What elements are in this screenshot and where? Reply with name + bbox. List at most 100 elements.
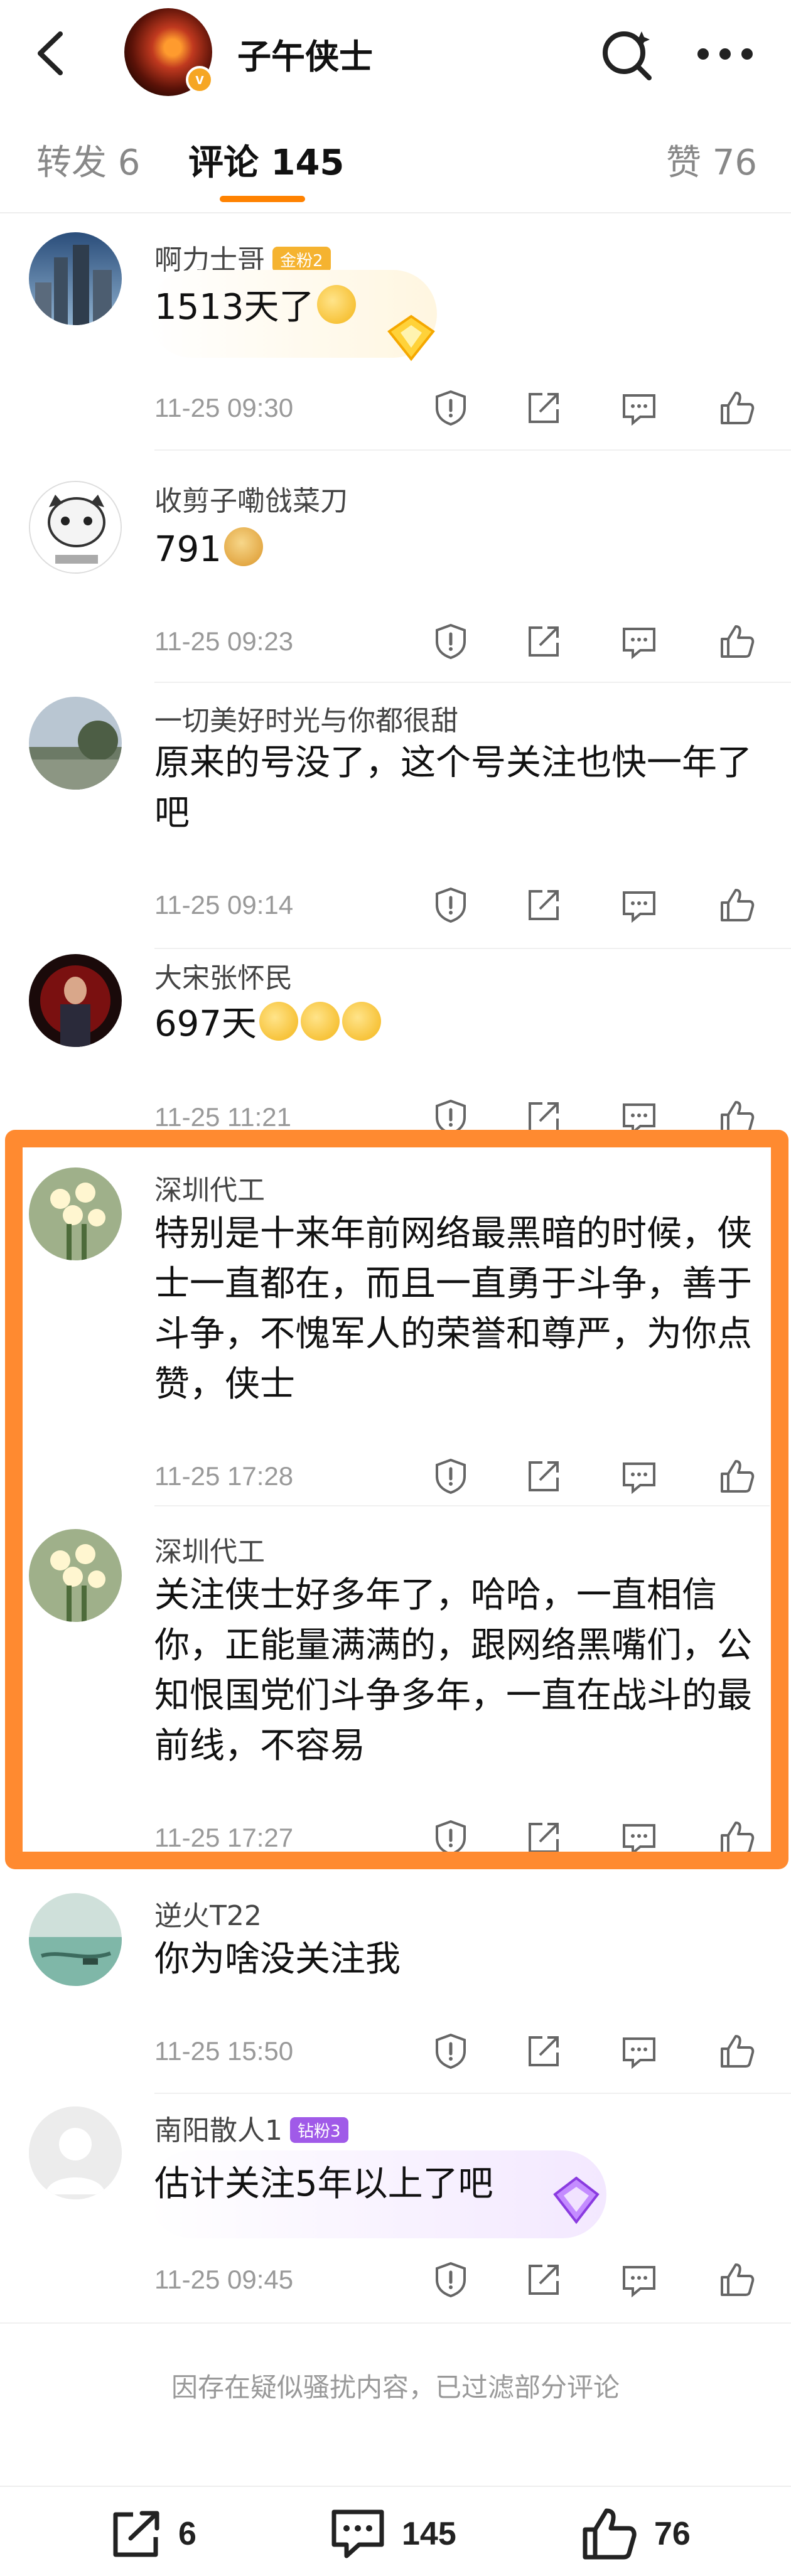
avatar[interactable] [29, 1529, 122, 1622]
fan-badge-diamond: 钻粉3 [290, 2117, 348, 2143]
avatar[interactable] [29, 481, 122, 574]
avatar[interactable] [29, 954, 122, 1047]
comment-count: 145 [402, 2516, 456, 2552]
like-count: 76 [654, 2516, 691, 2552]
verified-badge-icon: v [186, 66, 213, 94]
like-icon[interactable] [717, 1818, 757, 1858]
comment-time: 11-25 09:45 [154, 2265, 294, 2294]
avatar-image [29, 1893, 122, 1986]
avatar[interactable] [29, 232, 122, 325]
more-options-icon[interactable] [691, 23, 760, 85]
comment-text: 原来的号没了，这个号关注也快一年了吧 [154, 743, 752, 834]
divider [154, 948, 791, 949]
share-icon[interactable] [524, 621, 564, 662]
comment-meta: 11-25 09:30 [154, 388, 757, 426]
avatar[interactable] [29, 2106, 122, 2199]
reply-icon[interactable] [619, 388, 659, 428]
comment-icon [331, 2509, 384, 2558]
username[interactable]: 南阳散人1 钻粉3 [154, 2108, 348, 2148]
report-icon[interactable] [431, 2260, 471, 2300]
share-icon[interactable] [524, 2260, 564, 2300]
share-icon[interactable] [524, 885, 564, 925]
comment-text: 关注侠士好多年了，哈哈，一直相信你，正能量满满的，跟网络黑嘴们，公知恨国党们斗争… [154, 1575, 752, 1766]
reply-icon[interactable] [619, 621, 659, 662]
back-arrow-icon[interactable] [28, 25, 73, 82]
like-icon[interactable] [717, 2031, 757, 2071]
share-icon[interactable] [524, 388, 564, 428]
comment-text: 1513天了 [154, 282, 757, 333]
share-icon[interactable] [524, 2031, 564, 2071]
username[interactable]: 逆火T22 [154, 1893, 262, 1933]
author-avatar[interactable]: v [124, 8, 213, 96]
bottom-comment-button[interactable]: 145 [326, 2506, 456, 2562]
divider [0, 212, 791, 213]
comment-time: 11-25 09:30 [154, 393, 294, 422]
reply-icon[interactable] [619, 1818, 659, 1858]
username[interactable]: 大宋张怀民 [154, 955, 293, 996]
comment-meta: 11-25 09:14 [154, 885, 757, 923]
share-icon[interactable] [524, 1456, 564, 1496]
username[interactable]: 深圳代工 [154, 1167, 265, 1208]
avatar-image [29, 232, 122, 325]
comment-meta: 11-25 11:21 [154, 1097, 757, 1135]
avatar[interactable] [29, 1893, 122, 1986]
share-icon[interactable] [524, 1097, 564, 1137]
username[interactable]: 收剪子嘞戗菜刀 [154, 478, 348, 518]
comment-text: 你为啥没关注我 [154, 1939, 401, 1980]
divider [154, 2093, 791, 2094]
default-avatar-icon [29, 2106, 122, 2199]
avatar-image [29, 1167, 122, 1260]
comment-meta: 11-25 09:23 [154, 621, 757, 662]
divider [0, 2322, 791, 2324]
avatar[interactable] [29, 1167, 122, 1260]
comment-meta: 11-25 17:28 [154, 1456, 757, 1496]
report-icon[interactable] [431, 621, 471, 662]
comment-time: 11-25 17:28 [154, 1461, 294, 1491]
avatar-image [30, 482, 121, 572]
tab-likes[interactable]: 赞 76 [666, 134, 757, 185]
reply-icon[interactable] [619, 2260, 659, 2300]
like-icon[interactable] [717, 1097, 757, 1137]
reply-icon[interactable] [619, 1456, 659, 1496]
report-icon[interactable] [431, 1097, 471, 1137]
reply-icon[interactable] [619, 2031, 659, 2071]
divider [154, 682, 791, 683]
page-title[interactable]: 子午侠士 [237, 29, 373, 78]
like-icon[interactable] [717, 388, 757, 428]
divider [154, 1505, 770, 1506]
report-icon[interactable] [431, 2031, 471, 2071]
username[interactable]: 一切美好时光与你都很甜 [154, 698, 458, 738]
bottom-share-button[interactable]: 6 [105, 2506, 196, 2562]
like-icon[interactable] [717, 621, 757, 662]
tab-forward[interactable]: 转发 6 [36, 134, 140, 185]
report-icon[interactable] [431, 1818, 471, 1858]
comment-text: 估计关注5年以上了吧 [154, 2164, 493, 2204]
reply-icon[interactable] [619, 885, 659, 925]
bottom-action-bar: 6 145 76 [0, 2486, 791, 2576]
filtered-comments-notice: 因存在疑似骚扰内容，已过滤部分评论 [171, 2372, 620, 2403]
avatar-image [29, 697, 122, 790]
fan-badge-gold: 金粉2 [272, 246, 331, 272]
666-emoji-icon [259, 1002, 298, 1041]
reply-icon[interactable] [619, 1097, 659, 1137]
divider [154, 449, 791, 451]
avatar[interactable] [29, 697, 122, 790]
bottom-like-button[interactable]: 76 [579, 2506, 691, 2562]
comment-time: 11-25 17:27 [154, 1823, 294, 1852]
like-icon[interactable] [717, 885, 757, 925]
tab-comments[interactable]: 评论 145 [188, 134, 344, 185]
search-icon[interactable] [596, 23, 659, 85]
avatar-image [29, 1529, 122, 1622]
like-icon[interactable] [717, 1456, 757, 1496]
report-icon[interactable] [431, 1456, 471, 1496]
666-emoji-icon [300, 1002, 340, 1041]
like-icon[interactable] [717, 2260, 757, 2300]
active-tab-indicator [220, 196, 305, 202]
username[interactable]: 深圳代工 [154, 1529, 265, 1569]
share-count: 6 [178, 2516, 196, 2552]
comment-meta: 11-25 09:45 [154, 2260, 757, 2300]
report-icon[interactable] [431, 885, 471, 925]
share-icon [113, 2511, 159, 2557]
report-icon[interactable] [431, 388, 471, 428]
share-icon[interactable] [524, 1818, 564, 1858]
